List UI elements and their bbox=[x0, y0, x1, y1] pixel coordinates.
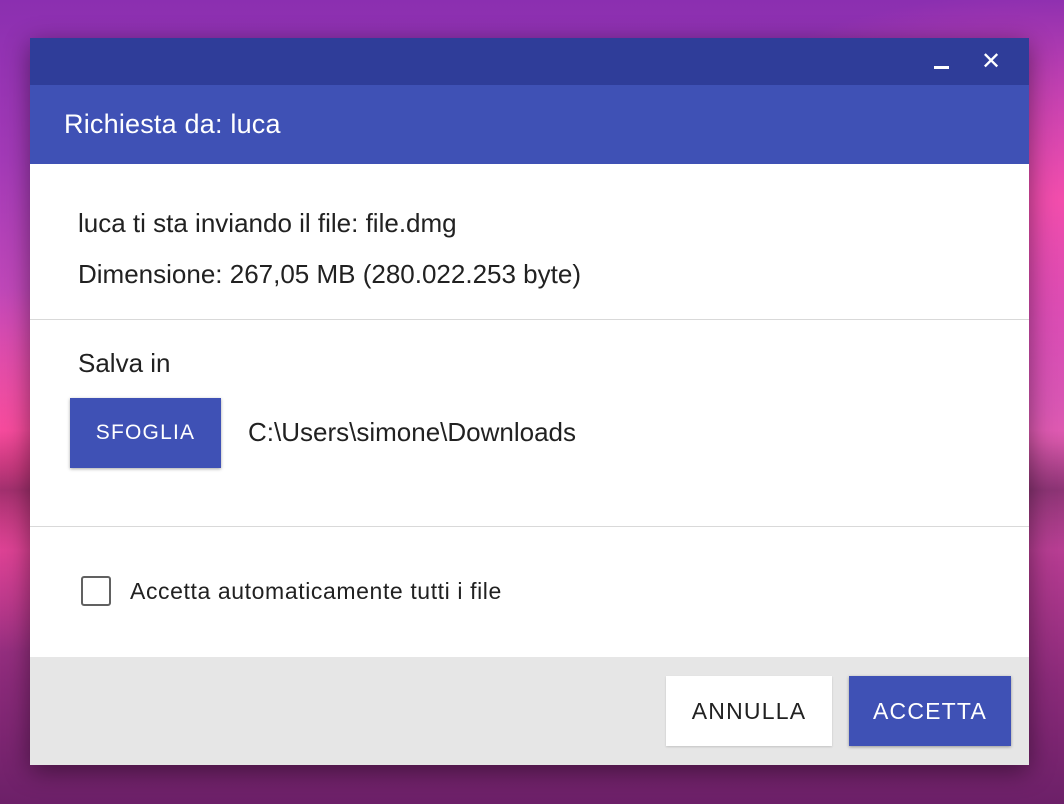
auto-accept-checkbox[interactable] bbox=[81, 576, 111, 606]
minimize-button[interactable] bbox=[926, 46, 956, 76]
save-location-section: Salva in SFOGLIA C:\Users\simone\Downloa… bbox=[30, 320, 1029, 527]
auto-accept-label[interactable]: Accetta automaticamente tutti i file bbox=[130, 578, 502, 605]
browse-button[interactable]: SFOGLIA bbox=[70, 398, 221, 468]
dialog-title: Richiesta da: luca bbox=[64, 109, 281, 139]
sender-line: luca ti sta inviando il file: file.dmg bbox=[78, 208, 457, 238]
file-info-section: luca ti sta inviando il file: file.dmg D… bbox=[30, 164, 1029, 320]
file-request-dialog: ✕ Richiesta da: luca luca ti sta inviand… bbox=[30, 38, 1029, 765]
close-button[interactable]: ✕ bbox=[976, 46, 1006, 76]
dialog-header: Richiesta da: luca bbox=[30, 85, 1029, 164]
cancel-button[interactable]: ANNULLA bbox=[666, 676, 832, 746]
accept-button[interactable]: ACCETTA bbox=[849, 676, 1011, 746]
file-size-line: Dimensione: 267,05 MB (280.022.253 byte) bbox=[78, 259, 581, 289]
close-icon: ✕ bbox=[980, 47, 1002, 75]
auto-accept-section: Accetta automaticamente tutti i file bbox=[30, 527, 1029, 657]
save-path: C:\Users\simone\Downloads bbox=[248, 417, 577, 447]
dialog-footer: ANNULLA ACCETTA bbox=[30, 657, 1029, 765]
title-bar: ✕ bbox=[30, 38, 1029, 85]
save-in-label: Salva in bbox=[78, 348, 171, 378]
desktop-background: ✕ Richiesta da: luca luca ti sta inviand… bbox=[0, 0, 1064, 804]
minimize-icon bbox=[933, 65, 949, 69]
